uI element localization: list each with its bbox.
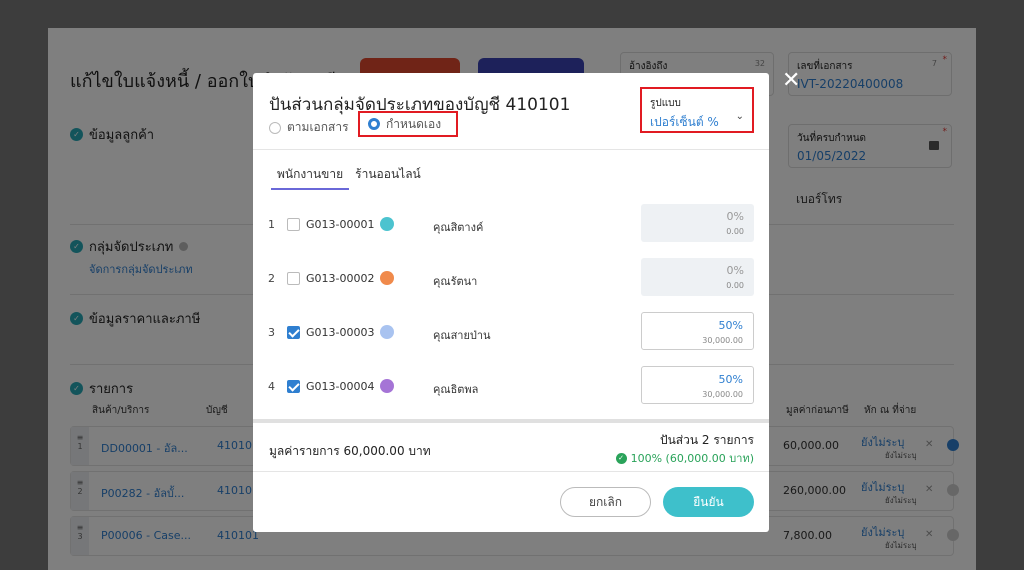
tab-online-store[interactable]: ร้านออนไลน์ (349, 165, 427, 190)
list-item: 1 G013-00001 คุณสิตางค์ 0% 0.00 (253, 201, 769, 255)
close-icon[interactable]: ✕ (782, 70, 800, 92)
avatar-icon (380, 271, 394, 285)
tab-salesperson[interactable]: พนักงานขาย (271, 165, 350, 190)
list-item: 3 G013-00003 คุณสายป่าน 50% 30,000.00 (253, 309, 769, 363)
percent-input[interactable]: 0% 0.00 (641, 204, 754, 242)
check-circle-icon: ✓ (615, 452, 627, 464)
avatar-icon (380, 325, 394, 339)
avatar-icon (380, 379, 394, 393)
list-item: 2 G013-00002 คุณรัตนา 0% 0.00 (253, 255, 769, 309)
radio-off-icon[interactable] (269, 121, 281, 134)
cancel-button[interactable]: ยกเลิก (560, 487, 651, 517)
percent-input[interactable]: 50% 30,000.00 (641, 366, 754, 404)
radio-on-icon[interactable] (368, 118, 380, 130)
percent-input[interactable]: 0% 0.00 (641, 258, 754, 296)
share-status: ✓ 100% (60,000.00 บาท) (615, 449, 754, 467)
share-count-label: ปันส่วน 2 รายการ (659, 433, 754, 447)
item-checkbox[interactable] (287, 218, 300, 231)
list-item: 4 G013-00004 คุณธิตพล 50% 30,000.00 (253, 363, 769, 417)
format-select[interactable]: รูปแบบ เปอร์เซ็นต์ % ⌄ (640, 87, 754, 133)
total-amount-label: มูลค่ารายการ 60,000.00 บาท (269, 444, 431, 458)
item-checkbox[interactable] (287, 326, 300, 339)
item-checkbox[interactable] (287, 380, 300, 393)
allocation-list: 1 G013-00001 คุณสิตางค์ 0% 0.00 2 G013-0… (253, 201, 769, 421)
confirm-button[interactable]: ยืนยัน (663, 487, 754, 517)
tab-bar: พนักงานขาย ร้านออนไลน์ (271, 165, 427, 190)
chevron-down-icon: ⌄ (735, 111, 744, 122)
radio-by-document[interactable]: ตามเอกสาร (269, 118, 349, 137)
item-checkbox[interactable] (287, 272, 300, 285)
percent-input[interactable]: 50% 30,000.00 (641, 312, 754, 350)
avatar-icon (380, 217, 394, 231)
allocation-modal: ปันส่วนกลุ่มจัดประเภทของบัญชี 410101 ตาม… (253, 73, 769, 532)
radio-custom[interactable]: กำหนดเอง (358, 111, 458, 137)
